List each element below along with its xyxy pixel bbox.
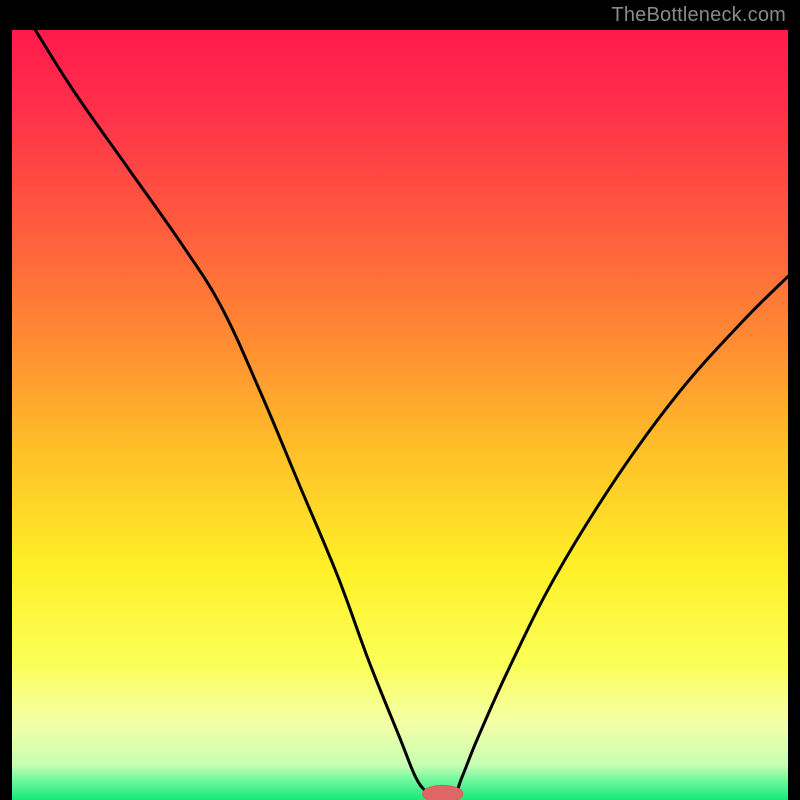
gradient-background xyxy=(12,30,788,800)
bottleneck-chart xyxy=(12,30,788,800)
watermark-text: TheBottleneck.com xyxy=(611,4,786,27)
optimal-marker xyxy=(423,785,463,800)
chart-frame xyxy=(12,30,788,800)
